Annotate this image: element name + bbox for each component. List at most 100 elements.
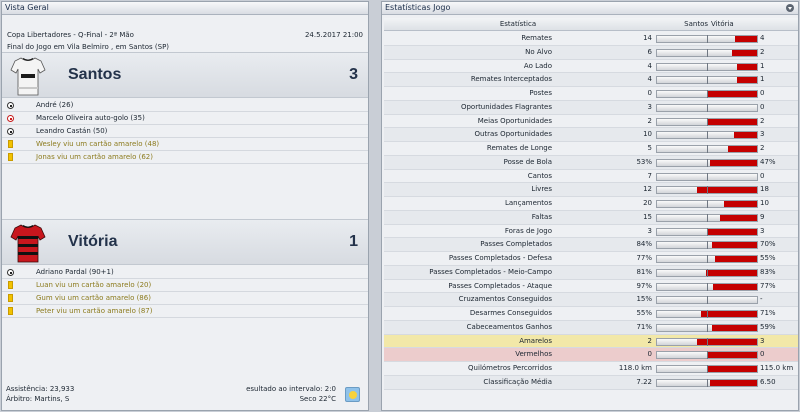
stat-away-share-fill — [706, 269, 757, 276]
stat-column-header[interactable]: Estatística — [384, 18, 652, 31]
stat-comparison-bar — [656, 131, 758, 140]
stat-bar-midline — [707, 296, 708, 305]
away-team-header: Vitória 1 — [2, 219, 368, 265]
stat-comparison-bar — [656, 48, 758, 57]
home-team-name[interactable]: Santos — [68, 66, 121, 84]
stat-row[interactable]: Oportunidades Flagrantes 3 0 — [384, 100, 798, 115]
home-column-header[interactable]: Santos — [664, 18, 708, 31]
stat-row[interactable]: Postes 0 0 — [384, 87, 798, 101]
match-event-row[interactable]: Gum viu um cartão amarelo (86) — [2, 292, 368, 305]
stat-bar-midline — [707, 200, 708, 208]
yellow-card-icon — [8, 140, 13, 148]
match-event-text: Wesley viu um cartão amarelo (48) — [36, 140, 160, 148]
stat-away-share-fill — [723, 201, 757, 207]
stat-row[interactable]: Livres 12 18 — [384, 183, 798, 197]
stat-away-value: 59% — [760, 322, 776, 331]
stat-away-share-fill — [734, 36, 757, 42]
stat-home-value: 2 — [647, 116, 652, 125]
stat-row[interactable]: Faltas 15 9 — [384, 210, 798, 225]
stat-label: Cruzamentos Conseguidos — [458, 295, 552, 304]
match-event-row[interactable]: Luan viu um cartão amarelo (20) — [2, 279, 368, 292]
stats-panel-title: Estatísticas Jogo — [385, 3, 451, 12]
stat-home-value: 55% — [636, 309, 652, 317]
stat-row[interactable]: Meias Oportunidades 2 2 — [384, 115, 798, 129]
match-event-row[interactable]: André (26) — [2, 99, 368, 112]
match-event-row[interactable]: Marcelo Oliveira auto-golo (35) — [2, 112, 368, 125]
stat-row[interactable]: Passes Completados - Ataque 97% 77% — [384, 280, 798, 294]
competition-label: Copa Libertadores - Q-Final - 2ª Mão — [7, 31, 134, 39]
stat-label: No Alvo — [525, 47, 552, 56]
stat-comparison-bar — [656, 255, 758, 263]
yellow-card-icon — [8, 153, 13, 161]
stat-label: Passes Completados - Meio-Campo — [429, 267, 552, 276]
stat-away-share-fill — [719, 214, 757, 221]
stat-away-share-fill — [697, 338, 757, 345]
stat-row[interactable]: No Alvo 6 2 — [384, 45, 798, 60]
stat-row[interactable]: Passes Completados 84% 70% — [384, 238, 798, 252]
stat-comparison-bar — [656, 90, 758, 98]
stat-comparison-bar — [656, 172, 758, 181]
stat-label: Remates Interceptados — [470, 75, 552, 84]
stat-row[interactable]: Passes Completados - Defesa 77% 55% — [384, 252, 798, 266]
stat-row[interactable]: Posse de Bola 53% 47% — [384, 155, 798, 170]
stat-row[interactable]: Amarelos 2 3 — [384, 334, 798, 349]
stat-label: Outras Oportunidades — [474, 130, 552, 139]
yellow-card-icon — [8, 281, 13, 289]
stat-row[interactable]: Quilómetros Percorridos 118.0 km 115.0 km — [384, 362, 798, 376]
stat-row[interactable]: Remates Interceptados 4 1 — [384, 73, 798, 87]
match-event-row[interactable]: Peter viu um cartão amarelo (87) — [2, 305, 368, 318]
away-column-header[interactable]: Vitória — [711, 18, 734, 31]
stat-label: Lançamentos — [504, 199, 552, 207]
stat-label: Posse de Bola — [503, 157, 552, 166]
stat-comparison-bar — [656, 310, 758, 318]
stat-label: Passes Completados - Ataque — [448, 281, 552, 290]
stat-row[interactable]: Outras Oportunidades 10 3 — [384, 128, 798, 142]
stat-bar-midline — [707, 48, 708, 57]
away-team-name[interactable]: Vitória — [68, 233, 118, 251]
stat-bar-midline — [707, 62, 708, 71]
stat-row[interactable]: Vermelhos 0 0 — [384, 348, 798, 362]
stat-row[interactable]: Cantos 7 0 — [384, 170, 798, 184]
stat-away-value: 1 — [760, 61, 765, 70]
stat-comparison-bar — [656, 200, 758, 208]
stat-row[interactable]: Desarmes Conseguidos 55% 71% — [384, 307, 798, 321]
stat-label: Amarelos — [519, 336, 552, 345]
stat-away-share-fill — [737, 63, 757, 70]
match-event-text: Marcelo Oliveira auto-golo (35) — [36, 114, 145, 122]
stat-label: Faltas — [531, 212, 552, 221]
stat-label: Remates — [521, 34, 552, 42]
stat-label: Oportunidades Flagrantes — [460, 102, 552, 111]
match-event-row[interactable]: Adriano Pardal (90+1) — [2, 266, 368, 279]
stat-away-value: 55% — [760, 254, 776, 262]
stat-away-value: 1 — [760, 75, 765, 84]
match-info: Copa Libertadores - Q-Final - 2ª Mão 24.… — [7, 29, 363, 53]
home-team-header: Santos 3 — [2, 52, 368, 98]
stat-label: Postes — [529, 89, 552, 97]
stat-row[interactable]: Lançamentos 20 10 — [384, 197, 798, 211]
stat-row[interactable]: Remates 14 4 — [384, 32, 798, 46]
stat-row[interactable]: Passes Completados - Meio-Campo 81% 83% — [384, 265, 798, 280]
stat-row[interactable]: Classificação Média 7.22 6.50 — [384, 375, 798, 390]
stat-comparison-bar — [656, 145, 758, 153]
match-event-row[interactable]: Jonas viu um cartão amarelo (62) — [2, 151, 368, 164]
stat-row[interactable]: Foras de Jogo 3 3 — [384, 225, 798, 239]
stat-home-value: 6 — [647, 47, 652, 56]
stat-row[interactable]: Remates de Longe 5 2 — [384, 142, 798, 156]
match-event-row[interactable]: Leandro Castán (50) — [2, 125, 368, 138]
match-event-text: Jonas viu um cartão amarelo (62) — [36, 153, 153, 161]
stat-away-value: 70% — [760, 240, 776, 249]
stat-row[interactable]: Cruzamentos Conseguidos 15% - — [384, 293, 798, 307]
stat-away-value: 3 — [760, 130, 765, 139]
stat-row[interactable]: Ao Lado 4 1 — [384, 60, 798, 74]
stat-away-share-fill — [697, 187, 757, 194]
match-event-text: Gum viu um cartão amarelo (86) — [36, 294, 151, 302]
stat-away-share-fill — [707, 228, 757, 235]
goal-ball-icon — [7, 128, 14, 135]
stat-away-value: 0 — [760, 102, 765, 111]
stat-away-value: 115.0 km — [760, 364, 794, 372]
collapse-icon[interactable] — [786, 4, 794, 12]
match-event-row[interactable]: Wesley viu um cartão amarelo (48) — [2, 138, 368, 151]
stat-home-value: 2 — [647, 336, 652, 345]
stat-row[interactable]: Cabeceamentos Ganhos 71% 59% — [384, 320, 798, 335]
stat-home-value: 3 — [647, 226, 652, 235]
